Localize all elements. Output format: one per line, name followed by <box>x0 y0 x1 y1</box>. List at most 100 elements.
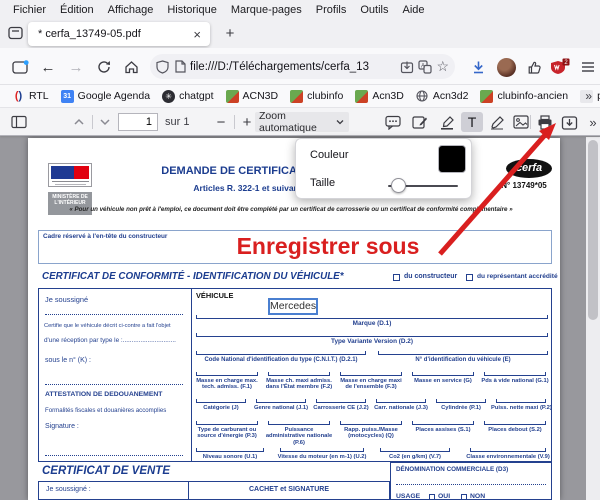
back-button[interactable]: ← <box>36 55 60 79</box>
tab-bar: * cerfa_13749-05.pdf × + <box>0 19 600 48</box>
highlight-tool-icon[interactable] <box>436 112 458 132</box>
new-tab-button[interactable]: + <box>218 22 242 46</box>
menu-outils[interactable]: Outils <box>353 4 395 16</box>
field-label-p6: Puissance administrative nationale (P.6) <box>265 427 333 446</box>
left-sous-le-n: sous le n° (K) : <box>45 357 91 364</box>
document-notice: « Pour un véhicule non prêt à l'emploi, … <box>36 206 546 213</box>
text-tool-icon[interactable]: T <box>461 112 483 132</box>
field-line <box>496 399 546 403</box>
field-label-j1: Genre national (J.1) <box>251 405 311 411</box>
home-button[interactable] <box>119 55 143 79</box>
rtl-favicon: () <box>12 90 25 103</box>
bookmark-google-agenda[interactable]: 31 Google Agenda <box>55 87 156 106</box>
dotted-line <box>45 314 183 315</box>
field-label-v7: Co2 (en g/km) (V.7) <box>375 454 455 460</box>
dotted-line <box>45 455 183 456</box>
tab-title: * cerfa_13749-05.pdf <box>38 28 190 40</box>
text-annotation-mercedes[interactable]: Mercedes <box>268 298 318 315</box>
zoom-out-button[interactable]: − <box>210 112 232 132</box>
reload-button[interactable] <box>92 55 116 79</box>
field-label-v9: Classe environnementale (V.9) <box>462 454 554 460</box>
bookmarks-overflow-chevron[interactable]: » <box>585 89 592 103</box>
bookmark-acn3d2[interactable]: Acn3d2 <box>410 87 475 106</box>
bookmark-star-icon[interactable]: ☆ <box>436 58 449 75</box>
field-line <box>256 399 306 403</box>
bookmark-clubinfo-ancien[interactable]: clubinfo-ancien <box>474 87 574 106</box>
cerfa-number: N° 13749*05 <box>492 181 556 190</box>
field-label-f1: Masse en charge max. tech. admiss. (F.1) <box>193 378 261 391</box>
scrollbar-thumb[interactable] <box>588 140 598 320</box>
menu-marque-pages[interactable]: Marque-pages <box>224 4 309 16</box>
page-down-icon[interactable] <box>94 112 116 132</box>
extension-thumb-icon[interactable] <box>522 55 546 79</box>
pdf-toolbar: sur 1 − + Zoom automatique T » <box>0 108 600 136</box>
bookmark-acn3d-2[interactable]: Acn3D <box>349 87 410 106</box>
bookmark-clubinfo[interactable]: clubinfo <box>284 87 349 106</box>
field-label-u2: Vitesse du moteur (en m-1) (U.2) <box>272 454 372 460</box>
translate-icon[interactable]: A <box>418 60 432 74</box>
size-slider-knob[interactable] <box>391 178 406 193</box>
blocker-shield-icon[interactable]: 2 <box>548 55 572 79</box>
hamburger-menu-icon[interactable] <box>576 55 600 79</box>
vente-title: CERTIFICAT DE VENTE <box>42 465 170 477</box>
left-je-soussigne: Je soussigné <box>45 295 88 304</box>
field-line <box>378 351 548 355</box>
pdf-sidebar-toggle-icon[interactable] <box>8 112 30 132</box>
field-line <box>280 448 364 452</box>
checkbox-non <box>461 494 467 500</box>
field-line <box>380 448 450 452</box>
image-tool-icon[interactable] <box>510 112 532 132</box>
zoom-select[interactable]: Zoom automatique <box>255 112 349 132</box>
active-tab[interactable]: * cerfa_13749-05.pdf × <box>28 22 210 46</box>
page-number-input[interactable] <box>118 113 158 131</box>
print-icon[interactable] <box>534 112 556 132</box>
page-up-icon[interactable] <box>68 112 90 132</box>
menu-historique[interactable]: Historique <box>160 4 224 16</box>
menu-fichier[interactable]: Fichier <box>6 4 53 16</box>
field-line <box>340 372 402 376</box>
url-text[interactable]: file:///D:/Téléchargements/cerfa_13 <box>190 61 396 73</box>
field-label-j3: Carr. nationale (J.3) <box>371 405 431 411</box>
size-label: Taille <box>310 177 335 189</box>
downloads-icon[interactable] <box>466 55 490 79</box>
comment-tool-icon[interactable] <box>382 112 404 132</box>
bookmark-rtl[interactable]: () RTL <box>6 87 55 106</box>
checkbox-oui <box>429 494 435 500</box>
field-label-s1: Places assises (S.1) <box>409 427 477 433</box>
menu-edition[interactable]: Édition <box>53 4 101 16</box>
color-swatch[interactable] <box>438 145 466 173</box>
menu-affichage[interactable]: Affichage <box>101 4 161 16</box>
menu-aide[interactable]: Aide <box>395 4 431 16</box>
account-avatar[interactable] <box>494 55 518 79</box>
forward-button[interactable]: → <box>64 55 88 79</box>
tab-close-button[interactable]: × <box>190 27 204 42</box>
calendar-favicon: 31 <box>61 90 74 103</box>
tracking-shield-icon[interactable] <box>156 60 169 74</box>
field-line <box>340 421 402 425</box>
french-flag-logo <box>48 163 92 187</box>
save-page-icon[interactable] <box>400 60 414 74</box>
left-certifie: Certifie que le véhicule décrit ci-contr… <box>44 323 188 329</box>
pdf-toolbar-overflow-chevron[interactable]: » <box>582 112 600 132</box>
field-label-vin: N° d'identification du véhicule (E) <box>378 357 548 363</box>
field-line <box>196 315 548 319</box>
vente-table: Je soussigné : CACHET et SIGNATURE <box>38 481 390 500</box>
bookmark-acn3d[interactable]: ACN3D <box>220 87 285 106</box>
draw-tool-icon[interactable] <box>486 112 508 132</box>
bookmark-chatgpt[interactable]: ✳ chatgpt <box>156 87 219 106</box>
signature-tool-icon[interactable] <box>409 112 431 132</box>
left-formalites: Formalités fiscales et douanières accomp… <box>45 407 166 414</box>
field-line <box>376 399 426 403</box>
field-line <box>412 421 474 425</box>
tab-list-icon[interactable] <box>8 26 23 40</box>
page-info-icon[interactable] <box>175 60 186 73</box>
menu-profils[interactable]: Profils <box>309 4 354 16</box>
chevron-down-icon <box>335 117 345 127</box>
field-label-tvv: Type Variante Version (D.2) <box>196 339 548 345</box>
field-label-g: Masse en service (G) <box>409 378 477 384</box>
url-bar[interactable]: file:///D:/Téléchargements/cerfa_13 A ☆ <box>150 54 455 79</box>
save-icon[interactable] <box>558 112 580 132</box>
firefox-view-icon[interactable] <box>8 55 32 79</box>
clubinfo-favicon <box>290 90 303 103</box>
field-line <box>484 421 546 425</box>
